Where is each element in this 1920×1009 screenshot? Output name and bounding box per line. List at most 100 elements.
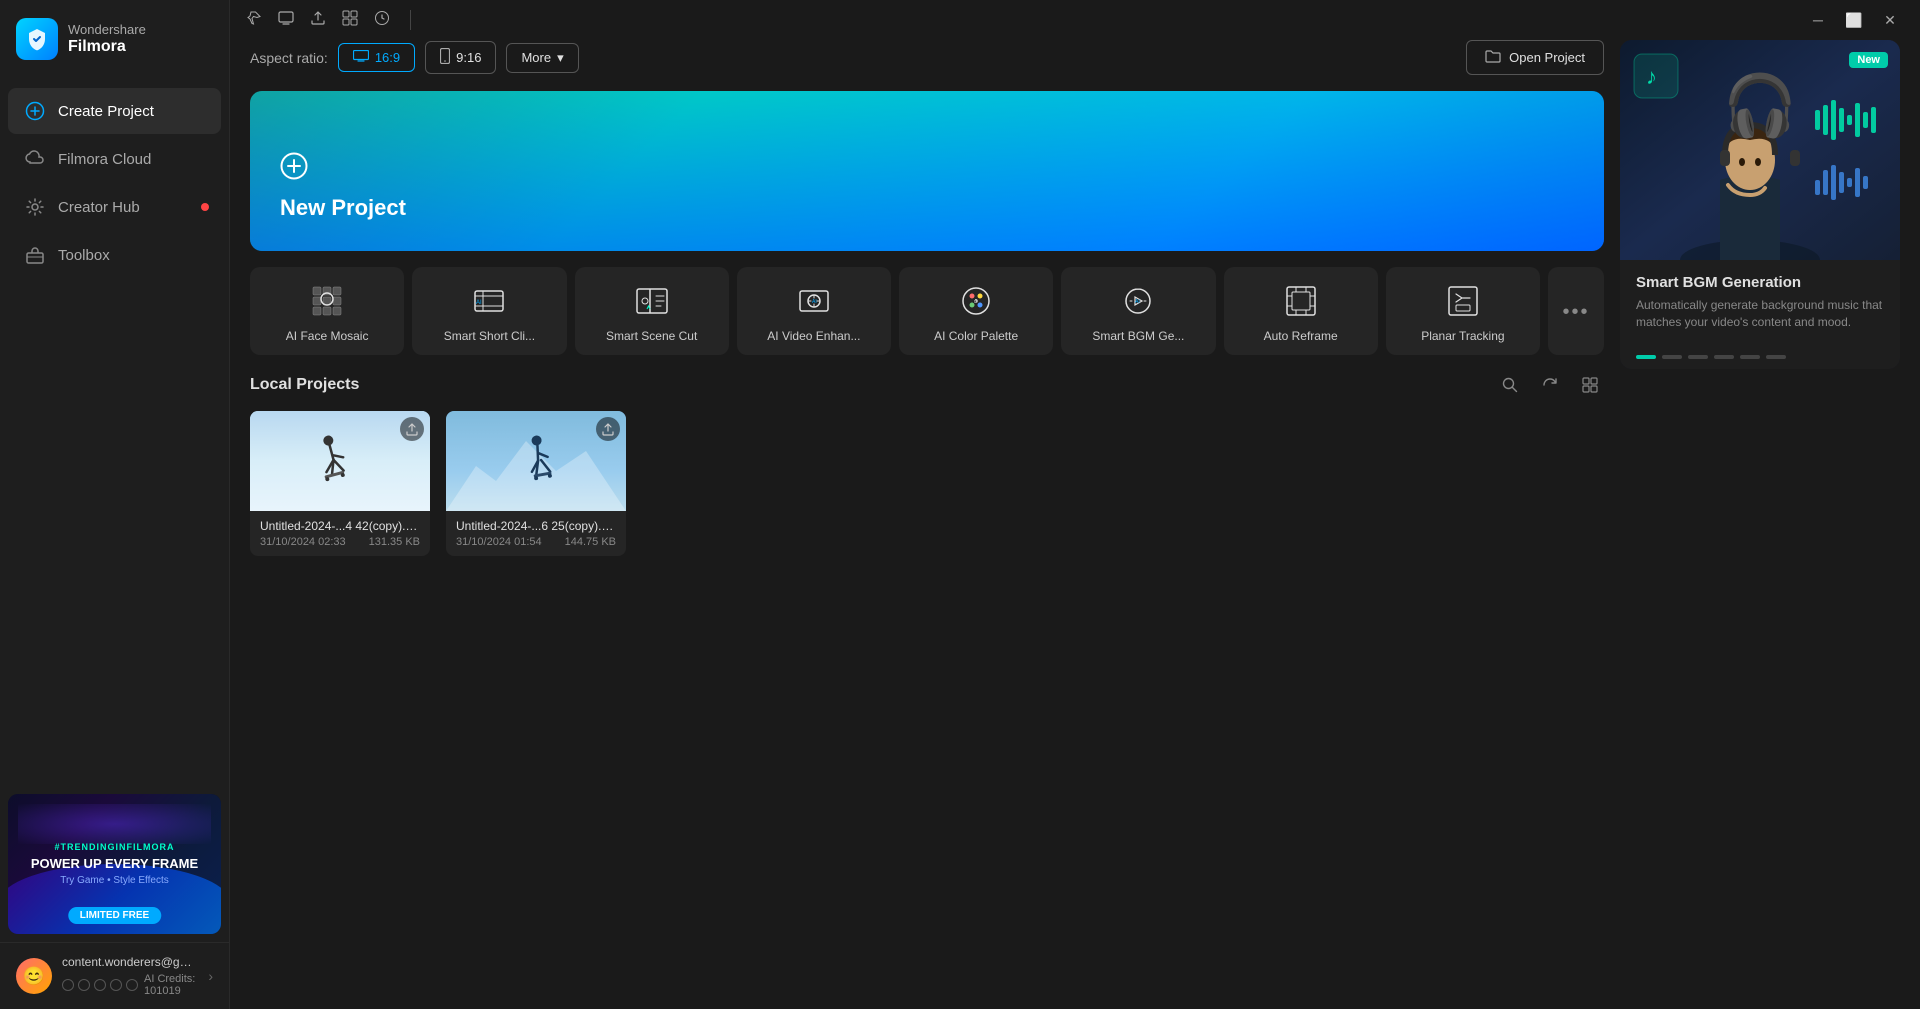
create-project-label: Create Project bbox=[58, 103, 154, 120]
apps-icon[interactable] bbox=[342, 10, 358, 31]
titlebar-left bbox=[246, 10, 415, 31]
project-meta-2: 31/10/2024 01:54 144.75 KB bbox=[456, 536, 616, 548]
project-info-1: Untitled-2024-...4 42(copy).wfp 31/10/20… bbox=[250, 511, 430, 556]
smart-scene-cut-icon bbox=[632, 281, 672, 321]
project-card-2[interactable]: Untitled-2024-...6 25(copy).wfp 31/10/20… bbox=[446, 411, 626, 556]
product-name: Filmora bbox=[68, 37, 146, 56]
promo-title: Smart BGM Generation bbox=[1636, 274, 1884, 291]
promo-card[interactable]: ♪ bbox=[1620, 40, 1900, 369]
more-tools-button[interactable]: ••• bbox=[1548, 267, 1604, 355]
more-tools-icon: ••• bbox=[1562, 301, 1589, 324]
right-panel: ♪ bbox=[1620, 40, 1900, 989]
promo-dot-2[interactable] bbox=[1662, 355, 1682, 359]
tool-smart-bgm[interactable]: AI Smart BGM Ge... bbox=[1061, 267, 1215, 355]
promo-dot-3[interactable] bbox=[1688, 355, 1708, 359]
local-projects-title: Local Projects bbox=[250, 376, 359, 394]
project-date-2: 31/10/2024 01:54 bbox=[456, 536, 542, 548]
banner-tag: #TRENDINGINFILMORA bbox=[18, 842, 211, 852]
sidebar-item-create-project[interactable]: Create Project bbox=[8, 88, 221, 134]
tool-smart-scene-cut[interactable]: Smart Scene Cut bbox=[575, 267, 729, 355]
promo-dots bbox=[1620, 345, 1900, 369]
aspect-9-16-button[interactable]: 9:16 bbox=[425, 41, 496, 74]
more-label: More bbox=[521, 50, 551, 65]
create-project-icon bbox=[24, 100, 46, 122]
sidebar-item-filmora-cloud[interactable]: Filmora Cloud bbox=[8, 136, 221, 182]
tool-auto-reframe[interactable]: Auto Reframe bbox=[1224, 267, 1378, 355]
creator-hub-label: Creator Hub bbox=[58, 199, 140, 216]
ai-face-mosaic-icon bbox=[307, 281, 347, 321]
promo-banner[interactable]: #TRENDINGINFILMORA POWER UP EVERY FRAME … bbox=[8, 794, 221, 934]
user-profile[interactable]: 😊 content.wonderers@gmail.... AI Credits… bbox=[0, 942, 229, 1009]
titlebar-right: ─ ⬜ ✕ bbox=[1804, 6, 1904, 34]
content-body: Aspect ratio: 16:9 9:16 More ▾ bbox=[230, 40, 1920, 1009]
upload-icon[interactable] bbox=[310, 10, 326, 31]
open-project-label: Open Project bbox=[1509, 50, 1585, 65]
promo-new-badge: New bbox=[1849, 52, 1888, 68]
tool-planar-tracking[interactable]: Planar Tracking bbox=[1386, 267, 1540, 355]
ai-color-palette-icon: AI bbox=[956, 281, 996, 321]
smart-short-clip-icon: AI bbox=[469, 281, 509, 321]
toolbox-label: Toolbox bbox=[58, 247, 110, 264]
smart-scene-cut-label: Smart Scene Cut bbox=[583, 329, 721, 345]
toolbox-icon bbox=[24, 244, 46, 266]
app-logo[interactable]: Wondershare Filmora bbox=[0, 0, 229, 78]
view-toggle-button[interactable] bbox=[1576, 371, 1604, 399]
aspect-16-9-button[interactable]: 16:9 bbox=[338, 43, 415, 72]
project-thumb-2 bbox=[446, 411, 626, 511]
project-name-1: Untitled-2024-...4 42(copy).wfp bbox=[260, 519, 420, 533]
section-actions bbox=[1496, 371, 1604, 399]
aspect-ratio-label: Aspect ratio: bbox=[250, 50, 328, 66]
user-credits-row: AI Credits: 101019 bbox=[62, 973, 198, 997]
tool-smart-short-clip[interactable]: AI Smart Short Cli... bbox=[412, 267, 566, 355]
tool-ai-color-palette[interactable]: AI AI Color Palette bbox=[899, 267, 1053, 355]
filmora-cloud-label: Filmora Cloud bbox=[58, 151, 151, 168]
project-thumb-1 bbox=[250, 411, 430, 511]
folder-icon bbox=[1485, 49, 1501, 66]
credit-dot-4 bbox=[110, 979, 122, 991]
credit-dot-2 bbox=[78, 979, 90, 991]
sidebar-item-toolbox[interactable]: Toolbox bbox=[8, 232, 221, 278]
credit-dot-3 bbox=[94, 979, 106, 991]
tool-ai-face-mosaic[interactable]: AI Face Mosaic bbox=[250, 267, 404, 355]
main-content: ─ ⬜ ✕ Aspect ratio: 16:9 9 bbox=[230, 0, 1920, 1009]
refresh-projects-button[interactable] bbox=[1536, 371, 1564, 399]
search-projects-button[interactable] bbox=[1496, 371, 1524, 399]
sidebar-item-creator-hub[interactable]: Creator Hub bbox=[8, 184, 221, 230]
auto-reframe-icon bbox=[1281, 281, 1321, 321]
open-project-button[interactable]: Open Project bbox=[1466, 40, 1604, 75]
banner-badge: LIMITED FREE bbox=[68, 907, 161, 924]
ai-face-mosaic-label: AI Face Mosaic bbox=[258, 329, 396, 345]
smart-bgm-icon: AI bbox=[1118, 281, 1158, 321]
project-card-1[interactable]: Untitled-2024-...4 42(copy).wfp 31/10/20… bbox=[250, 411, 430, 556]
project-upload-btn-1[interactable] bbox=[400, 417, 424, 441]
promo-text: Smart BGM Generation Automatically gener… bbox=[1620, 260, 1900, 345]
credits-dots bbox=[62, 979, 138, 991]
logo-icon bbox=[16, 18, 58, 60]
user-avatar: 😊 bbox=[16, 958, 52, 994]
project-upload-btn-2[interactable] bbox=[596, 417, 620, 441]
new-project-card[interactable]: New Project bbox=[250, 91, 1604, 251]
monitor-icon bbox=[353, 50, 369, 65]
minimize-button[interactable]: ─ bbox=[1804, 6, 1832, 34]
screen-icon[interactable] bbox=[278, 10, 294, 31]
maximize-button[interactable]: ⬜ bbox=[1840, 6, 1868, 34]
user-info: content.wonderers@gmail.... AI Credits: … bbox=[62, 955, 198, 997]
promo-dot-4[interactable] bbox=[1714, 355, 1734, 359]
banner-subtitle: Try Game • Style Effects bbox=[18, 875, 211, 886]
promo-dot-1[interactable] bbox=[1636, 355, 1656, 359]
svg-text:AI: AI bbox=[973, 299, 978, 305]
tool-ai-video-enhance[interactable]: AI AI Video Enhan... bbox=[737, 267, 891, 355]
pin-icon[interactable] bbox=[246, 10, 262, 31]
creator-hub-badge bbox=[201, 203, 209, 211]
promo-dot-5[interactable] bbox=[1740, 355, 1760, 359]
ai-video-enhance-label: AI Video Enhan... bbox=[745, 329, 883, 345]
more-button[interactable]: More ▾ bbox=[506, 43, 578, 73]
audio-icon[interactable] bbox=[374, 10, 390, 31]
brand-name: Wondershare bbox=[68, 22, 146, 38]
svg-text:AI: AI bbox=[476, 300, 482, 306]
project-size-1: 131.35 KB bbox=[369, 536, 420, 548]
promo-dot-6[interactable] bbox=[1766, 355, 1786, 359]
credit-dot-1 bbox=[62, 979, 74, 991]
section-header: Local Projects bbox=[250, 371, 1604, 399]
close-button[interactable]: ✕ bbox=[1876, 6, 1904, 34]
